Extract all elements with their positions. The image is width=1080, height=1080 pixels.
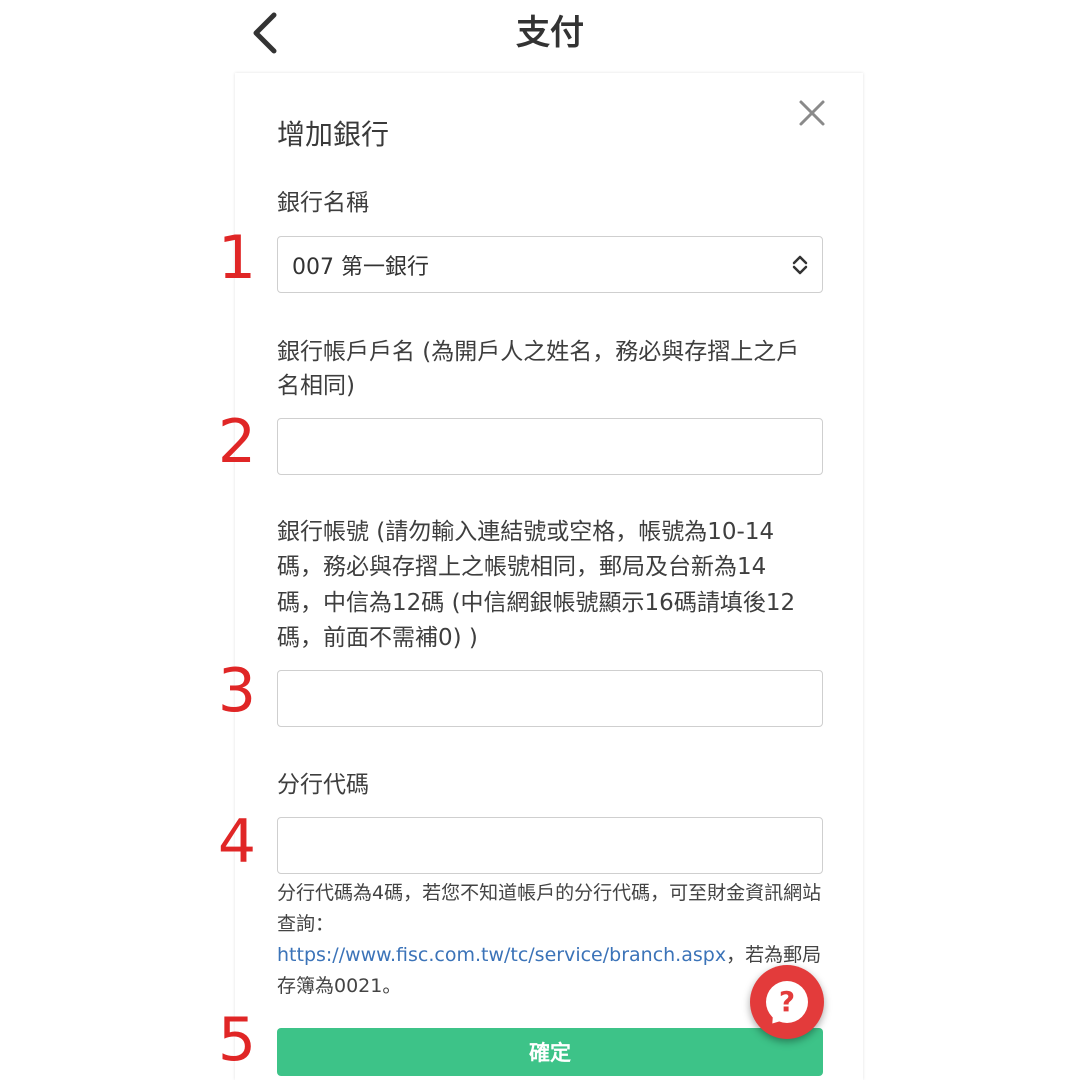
step-number-3: 3 [217,656,257,726]
page-title: 支付 [516,13,584,53]
help-button[interactable]: ? [750,965,824,1039]
modal-title: 增加銀行 [277,118,390,151]
account-number-label-line2: 碼，務必與存摺上之帳號相同，郵局及台新為14 [277,554,767,580]
close-button[interactable] [795,96,829,130]
account-number-label-line4: 碼，前面不需補0) ) [277,625,478,651]
branch-code-help-part1: 分行代碼為4碼，若您不知道帳戶的分行代碼，可至財金資訊網站查詢： [277,882,822,935]
account-holder-label-line1: 銀行帳戶戶名 (為開戶人之姓名，務必與存摺上之戶 [277,339,800,365]
step-number-1: 1 [217,223,257,293]
select-updown-icon [792,255,808,275]
bank-name-label: 銀行名稱 [277,190,369,216]
close-icon [799,100,825,126]
question-bubble-icon: ? [766,981,808,1023]
back-button[interactable] [240,8,290,58]
account-number-label-line1: 銀行帳號 (請勿輸入連結號或空格，帳號為10-14 [277,519,775,545]
branch-code-input[interactable] [277,817,823,874]
step-number-2: 2 [217,407,257,477]
bank-name-selected-value: 007 第一銀行 [292,254,429,280]
question-mark-glyph: ? [778,985,796,1018]
bank-name-select[interactable]: 007 第一銀行 [277,236,823,293]
step-number-5: 5 [217,1005,257,1075]
step-number-4: 4 [217,807,257,877]
account-number-input[interactable] [277,670,823,727]
fisc-branch-link[interactable]: https://www.fisc.com.tw/tc/service/branc… [277,944,726,966]
account-holder-label-line2: 名相同) [277,373,355,399]
branch-code-help-text: 分行代碼為4碼，若您不知道帳戶的分行代碼，可至財金資訊網站查詢： https:/… [277,878,832,1002]
confirm-button[interactable]: 確定 [277,1028,823,1076]
payment-screen: 支付 增加銀行 銀行名稱 1 007 第一銀行 銀行帳戶戶名 (為開戶人之姓名，… [0,0,1080,1080]
account-holder-input[interactable] [277,418,823,475]
account-number-label-line3: 碼，中信為12碼 (中信網銀帳號顯示16碼請填後12 [277,590,796,616]
top-bar: 支付 [0,0,1080,70]
branch-code-label: 分行代碼 [277,772,369,798]
chevron-left-icon [253,12,277,54]
